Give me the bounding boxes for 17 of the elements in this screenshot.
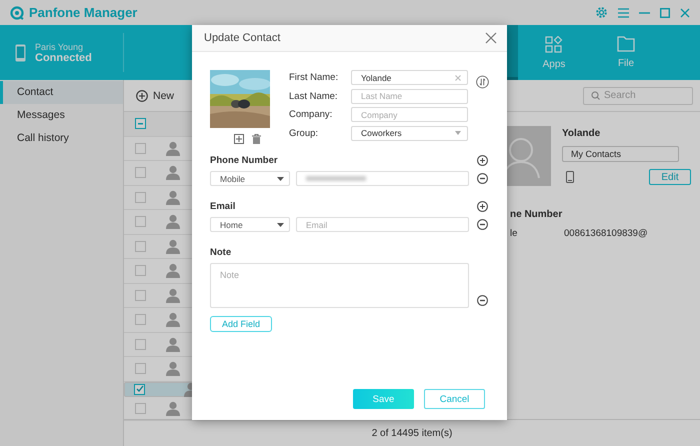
section-heading: Email (210, 201, 236, 212)
field-label: Group: (289, 128, 320, 138)
phone-number: 00861368109839@ (564, 228, 648, 239)
phone-type: le (510, 228, 518, 239)
field-label: Last Name: (289, 90, 339, 102)
dialog-title: Update Contact (204, 32, 280, 44)
device-name: Paris Young (35, 42, 84, 52)
field-label: Company: (289, 109, 334, 120)
contact-name: Yolande (562, 128, 602, 139)
group-field: My Contacts (562, 146, 679, 162)
field-label: First Name: (289, 72, 340, 83)
section-heading: ne Number (510, 209, 564, 220)
device-status: Connected (35, 52, 92, 64)
item-count: 2 of 14495 item(s) (372, 428, 452, 438)
section-heading: Phone Number (210, 155, 279, 166)
section-heading: Note (210, 247, 232, 258)
app-title: Panfone Manager (29, 5, 138, 20)
